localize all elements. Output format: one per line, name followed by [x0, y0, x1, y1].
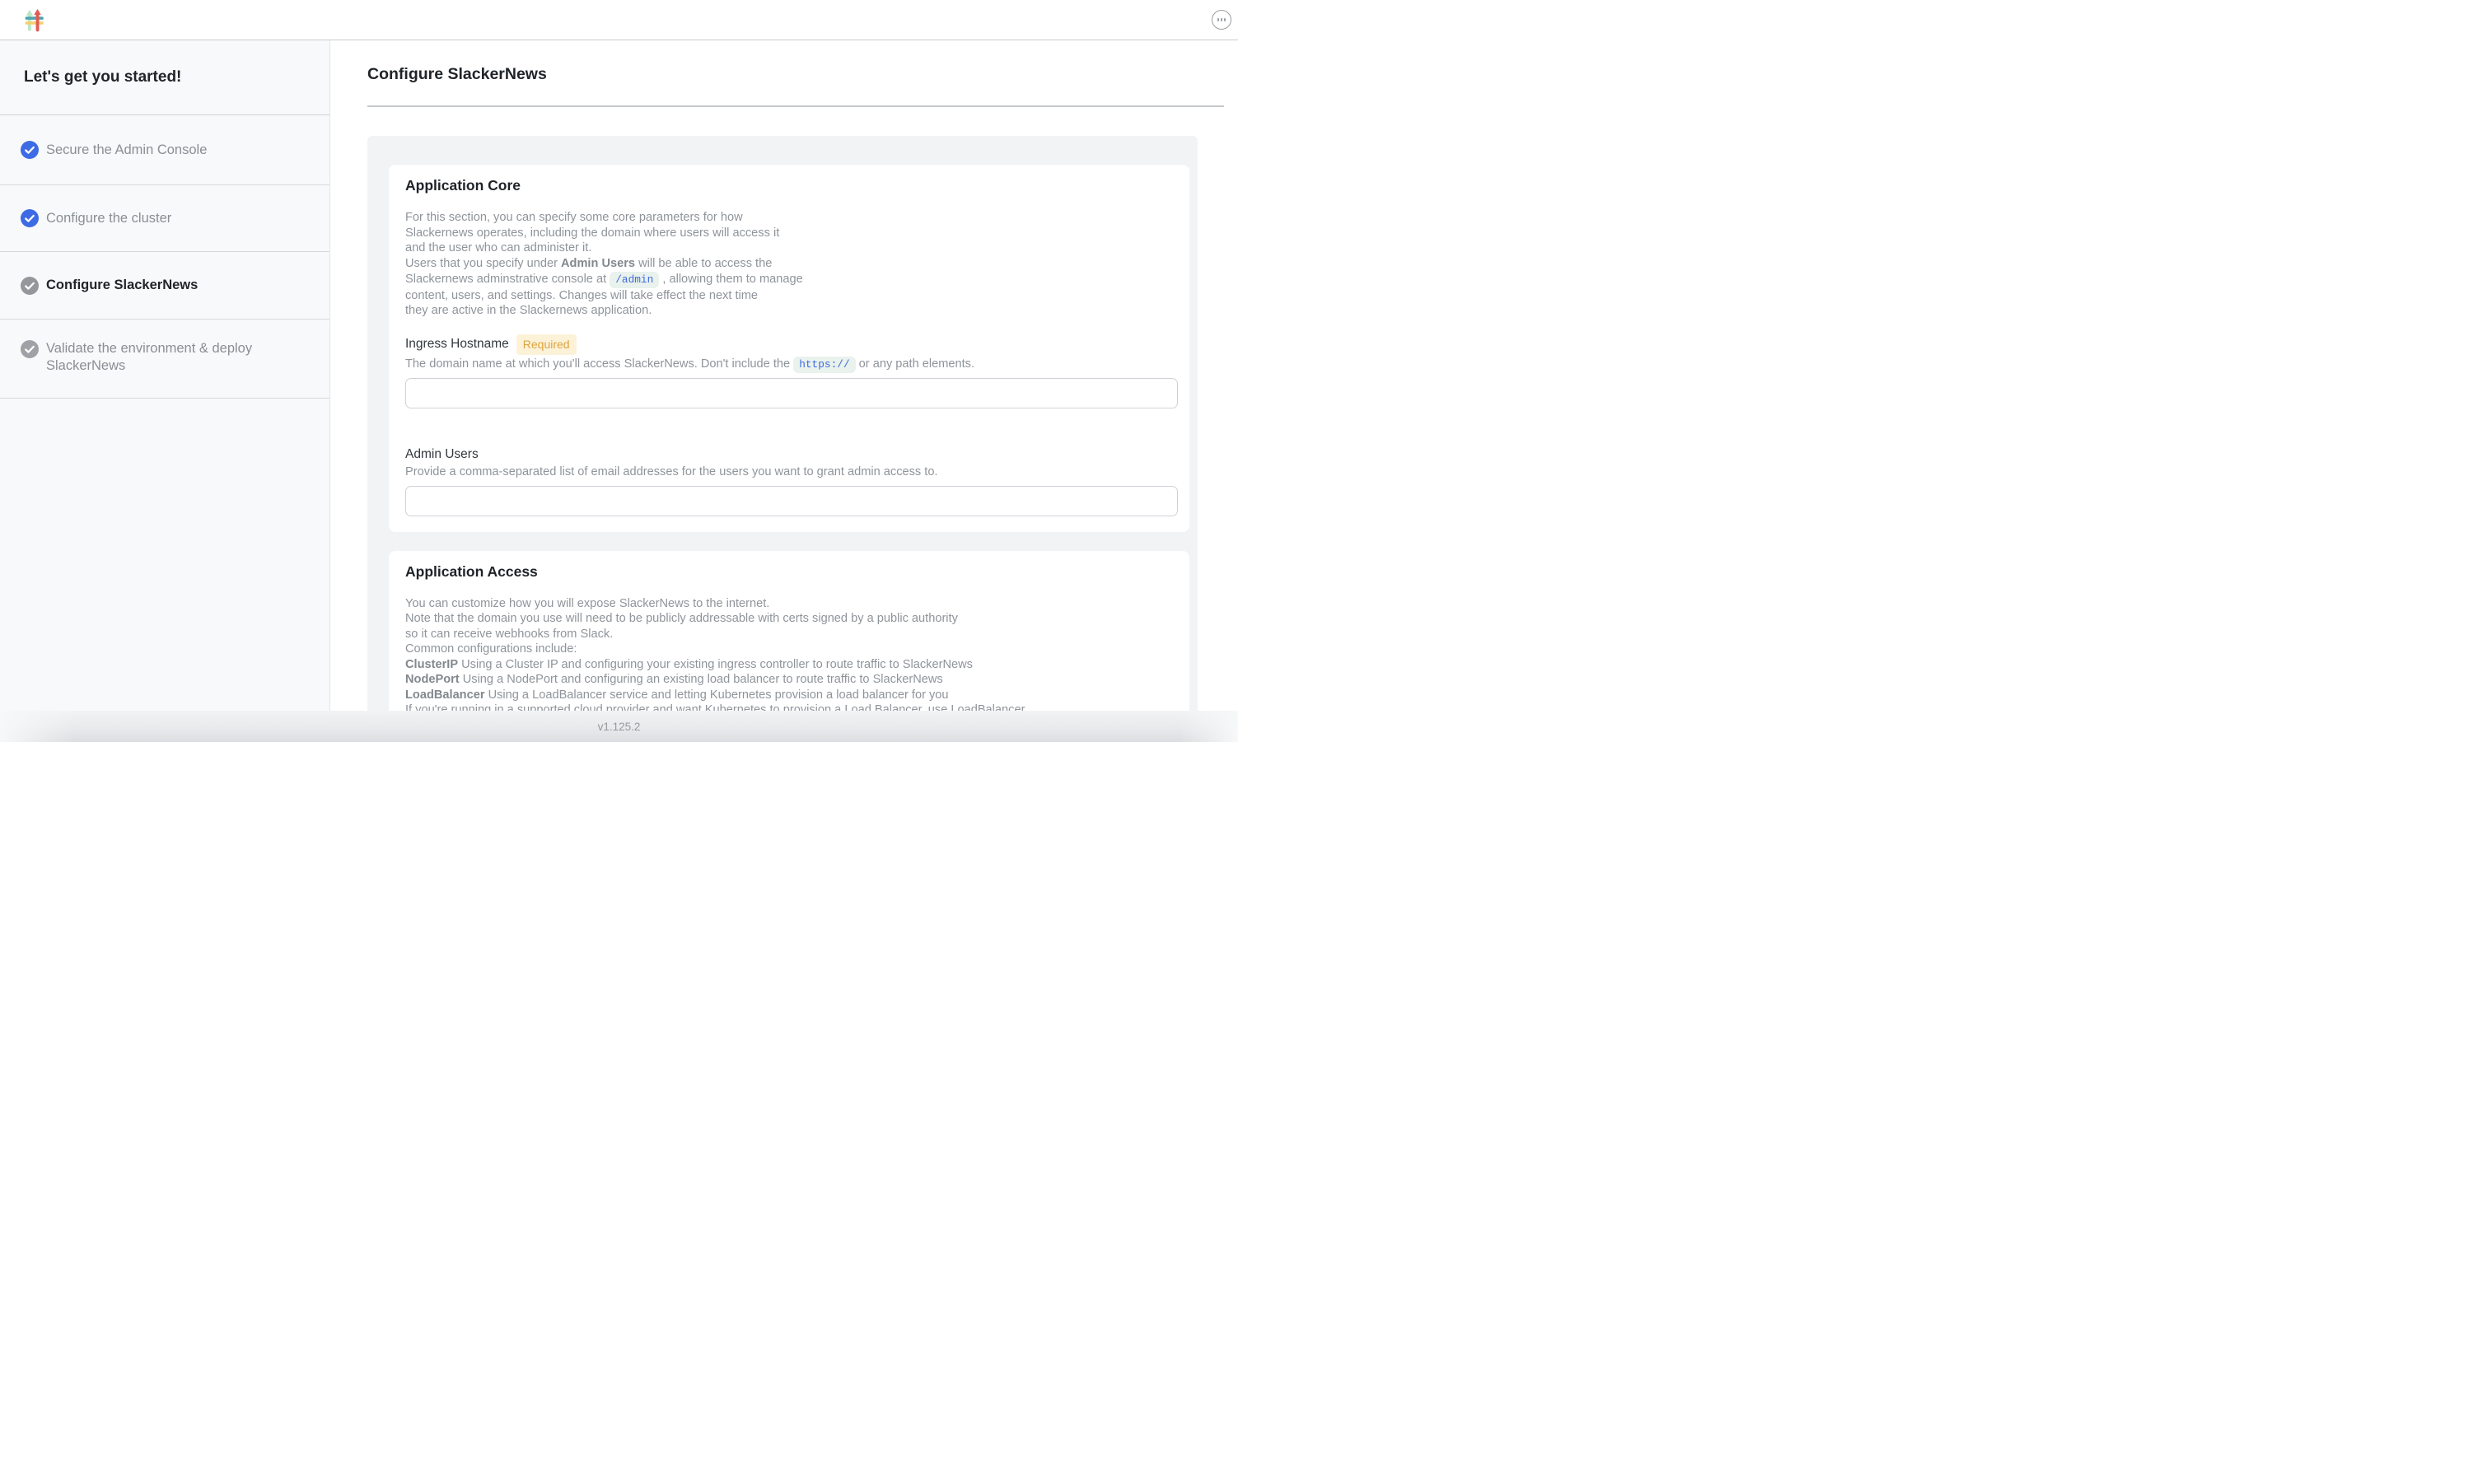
title-divider — [367, 105, 1224, 107]
check-circle-icon — [21, 209, 39, 227]
ellipsis-icon — [1224, 18, 1226, 21]
sidebar-step-label: Configure the cluster — [46, 210, 171, 227]
top-bar — [0, 0, 1238, 40]
sidebar-step-3[interactable]: Configure SlackerNews — [0, 252, 329, 320]
check-circle-icon — [21, 141, 39, 159]
ellipsis-icon — [1221, 18, 1222, 21]
ingress-hostname-field: Ingress Hostname Required The domain nam… — [405, 334, 1177, 408]
slackernews-logo-icon — [22, 7, 47, 32]
application-core-title: Application Core — [405, 177, 1177, 194]
sidebar-step-label: Configure SlackerNews — [46, 277, 198, 294]
admin-users-label: Admin Users — [405, 446, 479, 463]
sidebar-step-1[interactable]: Secure the Admin Console — [0, 115, 329, 185]
application-access-description: You can customize how you will expose Sl… — [405, 596, 1177, 718]
config-panel: Application Core For this section, you c… — [367, 136, 1198, 742]
more-options-button[interactable] — [1212, 10, 1231, 30]
admin-users-field: Admin Users Provide a comma-separated li… — [405, 446, 1177, 516]
sidebar-step-label: Validate the environment & deploy Slacke… — [46, 340, 278, 375]
application-core-description: For this section, you can specify some c… — [405, 210, 1177, 319]
ingress-hostname-input[interactable] — [405, 378, 1178, 408]
sidebar-step-label: Secure the Admin Console — [46, 142, 207, 159]
check-circle-icon — [21, 340, 39, 358]
check-circle-icon — [21, 277, 39, 295]
required-badge: Required — [516, 334, 577, 355]
ellipsis-icon — [1217, 18, 1219, 21]
admin-users-input[interactable] — [405, 486, 1178, 516]
admin-users-help: Provide a comma-separated list of email … — [405, 464, 1177, 480]
version-label: v1.125.2 — [598, 721, 641, 733]
application-access-title: Application Access — [405, 563, 1177, 581]
application-core-card: Application Core For this section, you c… — [389, 165, 1189, 532]
footer-bar: v1.125.2 — [0, 711, 1238, 742]
setup-sidebar: Let's get you started! Secure the Admin … — [0, 40, 330, 711]
inline-code-chip: https:// — [793, 357, 855, 373]
sidebar-step-4[interactable]: Validate the environment & deploy Slacke… — [0, 320, 329, 399]
ingress-hostname-label: Ingress Hostname — [405, 336, 509, 352]
sidebar-step-2[interactable]: Configure the cluster — [0, 185, 329, 252]
ingress-hostname-help: The domain name at which you'll access S… — [405, 357, 1177, 372]
sidebar-heading: Let's get you started! — [0, 40, 329, 115]
inline-code-chip: /admin — [610, 272, 659, 288]
sidebar-steps: Secure the Admin Console Configure the cl… — [0, 115, 329, 399]
page-title: Configure SlackerNews — [367, 65, 547, 84]
